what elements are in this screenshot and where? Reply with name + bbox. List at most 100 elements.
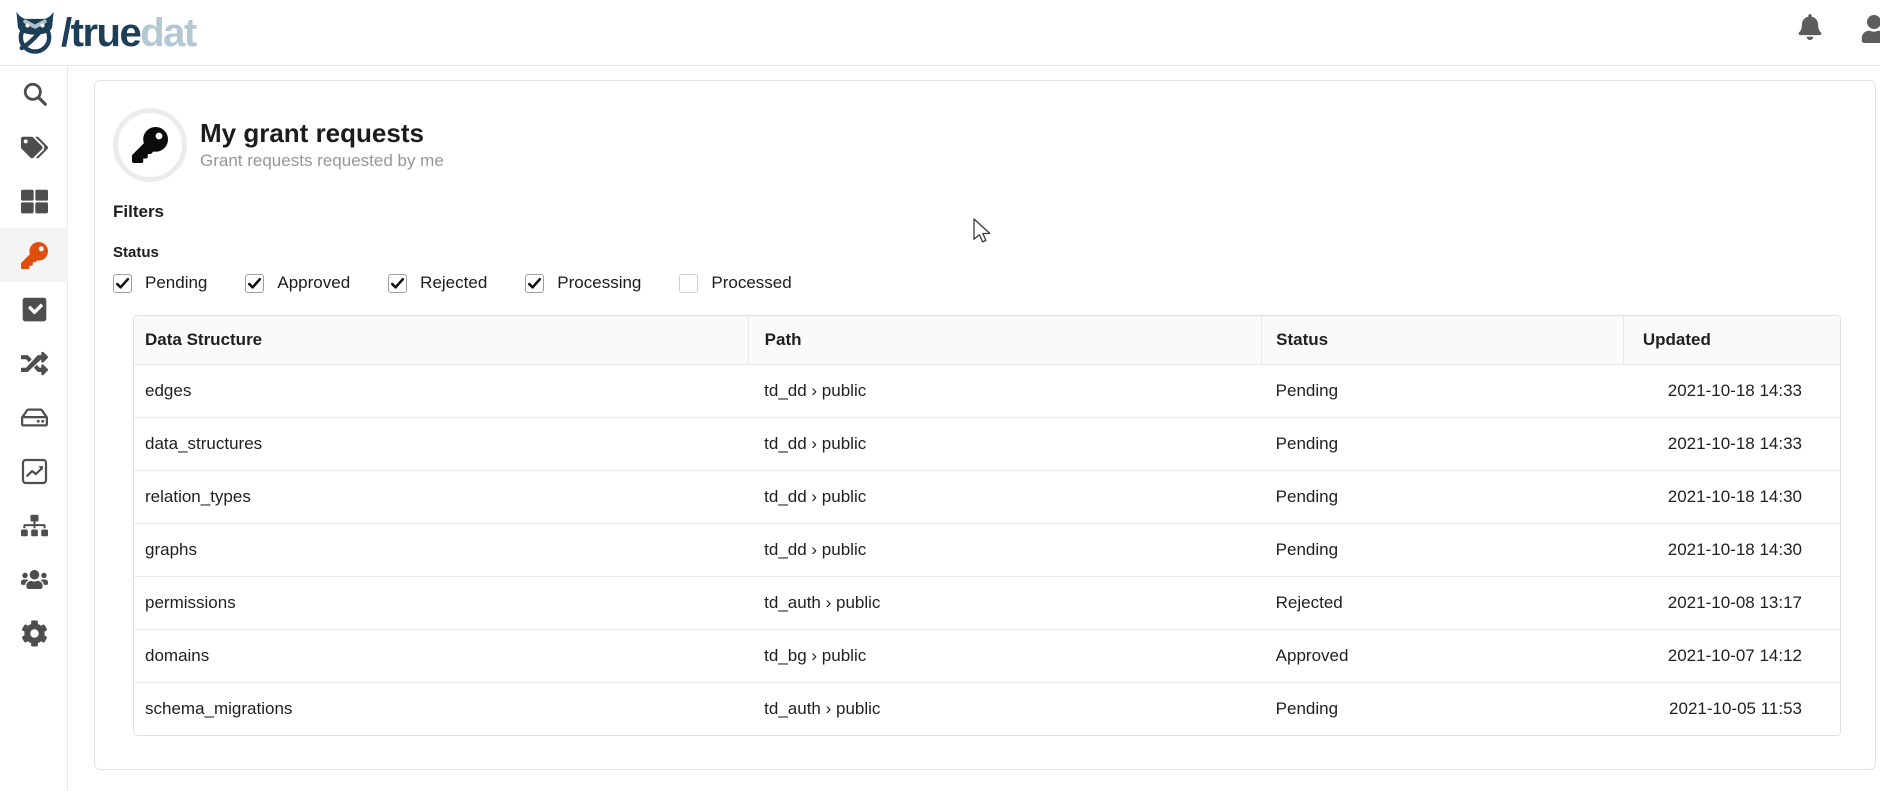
cell-path: td_auth › public bbox=[748, 577, 1262, 630]
table-row[interactable]: permissions td_auth › public Rejected 20… bbox=[134, 577, 1840, 630]
status-filter-label: Status bbox=[113, 244, 1875, 261]
checkbox-label: Processed bbox=[711, 273, 791, 293]
cell-status: Pending bbox=[1262, 471, 1624, 524]
logo-secondary: dat bbox=[140, 11, 196, 55]
page-header-badge bbox=[113, 108, 187, 182]
cell-path: td_dd › public bbox=[748, 524, 1262, 577]
notifications-button[interactable] bbox=[1798, 14, 1822, 40]
cell-data-structure: permissions bbox=[134, 577, 748, 630]
owl-logo-icon bbox=[12, 10, 58, 56]
cell-data-structure: data_structures bbox=[134, 418, 748, 471]
checkbox-box bbox=[113, 274, 132, 293]
search-icon bbox=[21, 80, 48, 107]
cell-updated: 2021-10-08 13:17 bbox=[1623, 577, 1840, 630]
grid-icon bbox=[21, 188, 48, 215]
sidebar-item-grants[interactable] bbox=[0, 228, 68, 282]
filter-checkbox-pending[interactable]: Pending bbox=[113, 273, 207, 293]
logo-text: /truedat bbox=[61, 13, 196, 53]
cell-updated: 2021-10-18 14:33 bbox=[1623, 418, 1840, 471]
sidebar-item-modules[interactable] bbox=[0, 174, 68, 228]
check-icon bbox=[527, 276, 542, 291]
page-header: My grant requests Grant requests request… bbox=[113, 108, 1875, 182]
status-filter-options: Pending Approved Rejected Proces bbox=[113, 273, 1875, 293]
cell-status: Pending bbox=[1262, 683, 1624, 736]
table-row[interactable]: schema_migrations td_auth › public Pendi… bbox=[134, 683, 1840, 736]
cell-data-structure: domains bbox=[134, 630, 748, 683]
filters-heading: Filters bbox=[113, 202, 1875, 222]
column-header-path: Path bbox=[748, 316, 1262, 365]
table-row[interactable]: relation_types td_dd › public Pending 20… bbox=[134, 471, 1840, 524]
page-title: My grant requests bbox=[200, 119, 444, 149]
filter-checkbox-approved[interactable]: Approved bbox=[245, 273, 350, 293]
checkbox-label: Rejected bbox=[420, 273, 487, 293]
checkbox-box bbox=[245, 274, 264, 293]
user-menu-button[interactable] bbox=[1861, 15, 1880, 43]
cell-path: td_dd › public bbox=[748, 418, 1262, 471]
sitemap-icon bbox=[21, 512, 48, 539]
cell-path: td_auth › public bbox=[748, 683, 1262, 736]
table-row[interactable]: domains td_bg › public Approved 2021-10-… bbox=[134, 630, 1840, 683]
users-icon bbox=[21, 566, 48, 593]
check-icon bbox=[390, 276, 405, 291]
truedat-logo[interactable]: /truedat bbox=[12, 10, 196, 56]
cell-path: td_dd › public bbox=[748, 365, 1262, 418]
grant-requests-card: My grant requests Grant requests request… bbox=[94, 80, 1876, 770]
cell-status: Pending bbox=[1262, 418, 1624, 471]
sidebar-item-glossary[interactable] bbox=[0, 120, 68, 174]
cell-path: td_dd › public bbox=[748, 471, 1262, 524]
sidebar-item-search[interactable] bbox=[0, 66, 68, 120]
sidebar-item-taxonomy[interactable] bbox=[0, 498, 68, 552]
checkbox-label: Approved bbox=[277, 273, 350, 293]
checkbox-label: Pending bbox=[145, 273, 207, 293]
cell-updated: 2021-10-05 11:53 bbox=[1623, 683, 1840, 736]
table-row[interactable]: data_structures td_dd › public Pending 2… bbox=[134, 418, 1840, 471]
hard-drive-icon bbox=[21, 404, 48, 431]
cell-updated: 2021-10-18 14:30 bbox=[1623, 471, 1840, 524]
table-row[interactable]: graphs td_dd › public Pending 2021-10-18… bbox=[134, 524, 1840, 577]
sidebar-item-dashboards[interactable] bbox=[0, 444, 68, 498]
sidebar-item-data-sources[interactable] bbox=[0, 390, 68, 444]
column-header-data-structure: Data Structure bbox=[134, 316, 748, 365]
cell-updated: 2021-10-07 14:12 bbox=[1623, 630, 1840, 683]
chart-icon bbox=[21, 458, 48, 485]
column-header-status: Status bbox=[1262, 316, 1624, 365]
top-bar: /truedat bbox=[0, 0, 1880, 66]
check-icon bbox=[247, 276, 262, 291]
column-header-updated: Updated bbox=[1623, 316, 1840, 365]
cell-status: Rejected bbox=[1262, 577, 1624, 630]
sidebar-item-settings[interactable] bbox=[0, 606, 68, 660]
sidebar-nav bbox=[0, 66, 68, 791]
sidebar-item-quality[interactable] bbox=[0, 282, 68, 336]
table-row[interactable]: edges td_dd › public Pending 2021-10-18 … bbox=[134, 365, 1840, 418]
logo-slash: / bbox=[61, 11, 71, 55]
grant-requests-table: Data StructurePathStatusUpdated edges td… bbox=[133, 315, 1841, 736]
filter-checkbox-processing[interactable]: Processing bbox=[525, 273, 641, 293]
checkbox-box bbox=[525, 274, 544, 293]
cell-status: Pending bbox=[1262, 365, 1624, 418]
filter-checkbox-processed[interactable]: Processed bbox=[679, 273, 791, 293]
cell-status: Approved bbox=[1262, 630, 1624, 683]
bell-icon bbox=[1798, 14, 1822, 40]
cell-updated: 2021-10-18 14:30 bbox=[1623, 524, 1840, 577]
cell-data-structure: graphs bbox=[134, 524, 748, 577]
logo-primary: true bbox=[71, 11, 141, 55]
key-icon bbox=[21, 242, 48, 269]
gear-icon bbox=[21, 620, 48, 647]
page-subtitle: Grant requests requested by me bbox=[200, 151, 444, 171]
check-square-icon bbox=[21, 296, 48, 323]
user-icon bbox=[1861, 15, 1880, 43]
cell-data-structure: schema_migrations bbox=[134, 683, 748, 736]
sidebar-item-user-groups[interactable] bbox=[0, 552, 68, 606]
cell-updated: 2021-10-18 14:33 bbox=[1623, 365, 1840, 418]
key-icon bbox=[132, 127, 168, 163]
table-header: Data StructurePathStatusUpdated bbox=[134, 316, 1840, 365]
filter-checkbox-rejected[interactable]: Rejected bbox=[388, 273, 487, 293]
cell-data-structure: relation_types bbox=[134, 471, 748, 524]
sidebar-item-lineage[interactable] bbox=[0, 336, 68, 390]
shuffle-icon bbox=[21, 350, 48, 377]
checkbox-box bbox=[388, 274, 407, 293]
checkbox-box bbox=[679, 274, 698, 293]
page-header-text: My grant requests Grant requests request… bbox=[200, 119, 444, 172]
check-icon bbox=[115, 276, 130, 291]
main-content: My grant requests Grant requests request… bbox=[69, 66, 1880, 791]
